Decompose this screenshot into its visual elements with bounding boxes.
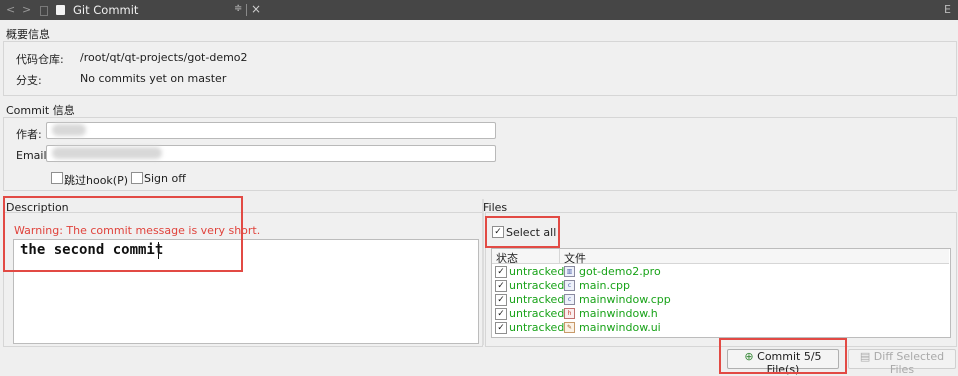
panel-splitter[interactable] (482, 199, 484, 345)
split-view-icon[interactable]: E (944, 3, 951, 16)
column-file[interactable]: 文件 (564, 250, 586, 266)
document-menu-icon[interactable]: ≑ (234, 3, 242, 14)
file-row-checkbox[interactable]: ✓ (495, 294, 507, 306)
toolbar-separator (246, 4, 247, 16)
sign-off-checkbox[interactable] (131, 172, 143, 184)
document-icon (56, 5, 65, 15)
editor-toolbar: < > Git Commit ≑ × E (0, 0, 958, 20)
highlight-commit-button (719, 338, 847, 374)
cpp-file-icon: c (564, 294, 575, 305)
header-file-icon: h (564, 308, 575, 319)
author-redacted (52, 124, 86, 136)
ui-form-icon: ✎ (564, 322, 575, 333)
summary-group-title: 概要信息 (6, 28, 50, 41)
forward-arrow-icon[interactable]: > (22, 3, 31, 16)
file-row-status: untracked (509, 293, 565, 306)
file-row-status: untracked (509, 279, 565, 292)
highlight-description (3, 196, 243, 272)
file-row-checkbox[interactable]: ✓ (495, 322, 507, 334)
file-row-status: untracked (509, 265, 565, 278)
highlight-select-all (485, 216, 560, 248)
file-row-checkbox[interactable]: ✓ (495, 308, 507, 320)
file-row-checkbox[interactable]: ✓ (495, 266, 507, 278)
diff-button-label: Diff Selected Files (873, 350, 945, 376)
column-status[interactable]: 状态 (496, 250, 518, 266)
file-row-name[interactable]: mainwindow.h (579, 307, 658, 320)
file-row-name[interactable]: mainwindow.ui (579, 321, 661, 334)
summary-frame (3, 41, 957, 96)
file-row-name[interactable]: mainwindow.cpp (579, 293, 671, 306)
email-redacted (52, 147, 162, 159)
author-field[interactable] (46, 122, 496, 139)
commit-info-group-title: Commit 信息 (6, 104, 75, 117)
file-row-status: untracked (509, 321, 565, 334)
cpp-file-icon: c (564, 280, 575, 291)
repo-path: /root/qt/qt-projects/got-demo2 (80, 51, 248, 64)
branch-value: No commits yet on master (80, 72, 227, 85)
skip-hook-checkbox[interactable] (51, 172, 63, 184)
lock-icon[interactable] (40, 6, 48, 16)
diff-icon: ▤ (859, 350, 871, 363)
close-document-icon[interactable]: × (251, 2, 261, 16)
branch-label: 分支: (16, 74, 42, 87)
back-arrow-icon[interactable]: < (6, 3, 15, 16)
sign-off-label[interactable]: Sign off (144, 172, 186, 185)
file-row-name[interactable]: got-demo2.pro (579, 265, 661, 278)
file-row-status: untracked (509, 307, 565, 320)
document-tab-title[interactable]: Git Commit (73, 3, 138, 17)
skip-hook-label[interactable]: 跳过hook(P) (64, 172, 128, 188)
diff-selected-button[interactable]: ▤ Diff Selected Files (848, 349, 956, 376)
files-table-header (492, 249, 949, 264)
file-row-checkbox[interactable]: ✓ (495, 280, 507, 292)
repo-label: 代码仓库: (16, 53, 64, 66)
author-label: 作者: (16, 128, 42, 141)
file-row-name[interactable]: main.cpp (579, 279, 630, 292)
column-divider (559, 249, 560, 263)
qt-project-icon: ▥ (564, 266, 575, 277)
